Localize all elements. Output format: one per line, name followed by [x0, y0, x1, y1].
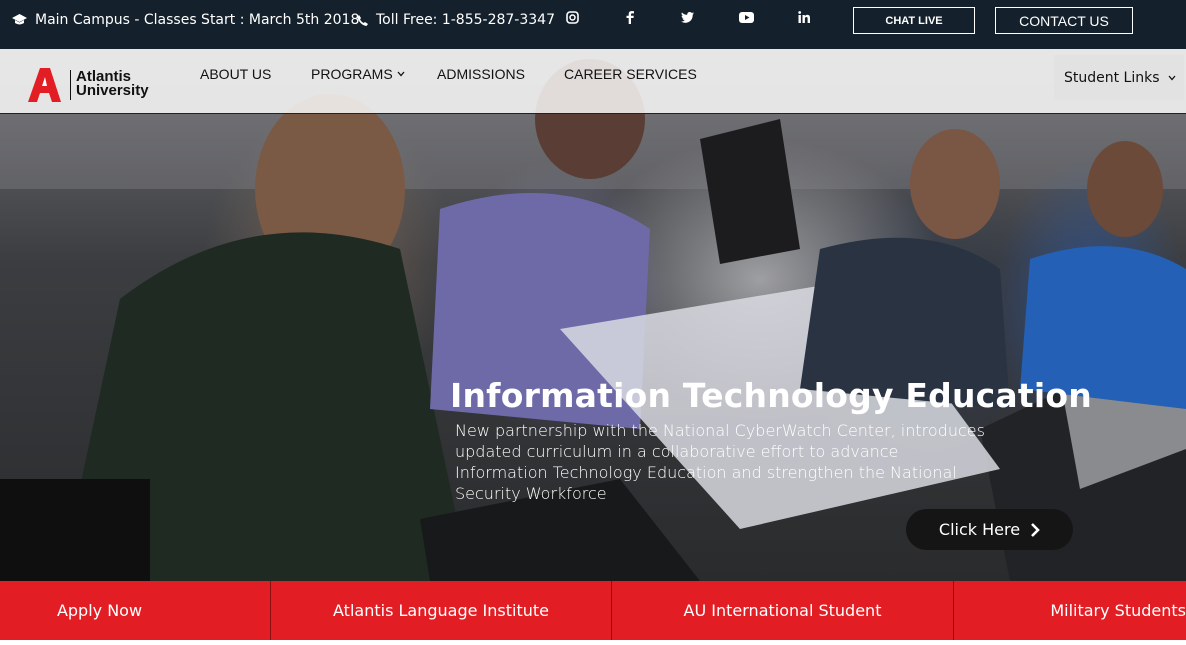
apply-now-link[interactable]: Apply Now: [0, 581, 199, 640]
youtube-icon[interactable]: [735, 6, 757, 28]
logo-line2: University: [76, 82, 149, 99]
international-student-link[interactable]: AU International Student: [612, 581, 953, 640]
nav-about-us[interactable]: ABOUT US: [200, 66, 271, 82]
chat-live-button[interactable]: CHAT LIVE: [853, 7, 975, 34]
phone-text: Toll Free: 1-855-287-3347: [376, 12, 555, 28]
linkedin-icon[interactable]: [793, 6, 815, 28]
hero-banner: Information Technology Education New par…: [0, 49, 1186, 581]
nav-admissions[interactable]: ADMISSIONS: [437, 66, 525, 82]
atlantis-logo[interactable]: Atlantis University: [28, 68, 158, 104]
language-institute-link[interactable]: Atlantis Language Institute: [271, 581, 611, 640]
nav-programs[interactable]: PROGRAMS: [311, 66, 405, 82]
facebook-icon[interactable]: [619, 6, 641, 28]
campus-text: Main Campus - Classes Start : March 5th …: [35, 12, 360, 28]
quick-links-bar: Apply Now Atlantis Language Institute AU…: [0, 581, 1186, 640]
nav-programs-label: PROGRAMS: [311, 66, 393, 82]
student-links-label: Student Links: [1064, 69, 1160, 86]
click-here-button[interactable]: Click Here: [906, 509, 1073, 550]
hero-description: New partnership with the National CyberW…: [455, 421, 985, 503]
nav-career-services-label: CAREER SERVICES: [564, 66, 697, 82]
logo-text: Atlantis University: [76, 69, 149, 99]
phone-icon: [357, 14, 368, 26]
chevron-down-icon: [397, 71, 405, 77]
student-links-dropdown[interactable]: Student Links: [1054, 55, 1184, 100]
top-bar: Main Campus - Classes Start : March 5th …: [0, 0, 1186, 49]
campus-info: Main Campus - Classes Start : March 5th …: [12, 0, 359, 40]
military-students-link[interactable]: Military Students: [954, 581, 1186, 640]
nav-admissions-label: ADMISSIONS: [437, 66, 525, 82]
logo-divider: [70, 70, 71, 100]
phone-info[interactable]: Toll Free: 1-855-287-3347: [357, 0, 555, 40]
chevron-down-icon: [1168, 75, 1176, 80]
click-here-label: Click Here: [938, 520, 1021, 539]
twitter-icon[interactable]: [676, 6, 698, 28]
hero-title: Information Technology Education: [450, 376, 1092, 415]
chevron-right-icon: [1031, 522, 1040, 537]
graduation-cap-icon: [12, 14, 27, 25]
nav-career-services[interactable]: CAREER SERVICES: [564, 66, 697, 82]
logo-a-icon: [28, 68, 61, 102]
nav-about-us-label: ABOUT US: [200, 66, 272, 82]
instagram-icon[interactable]: [561, 6, 583, 28]
main-nav: Atlantis University ABOUT US PROGRAMS AD…: [0, 49, 1186, 114]
contact-us-button[interactable]: CONTACT US: [995, 7, 1133, 34]
